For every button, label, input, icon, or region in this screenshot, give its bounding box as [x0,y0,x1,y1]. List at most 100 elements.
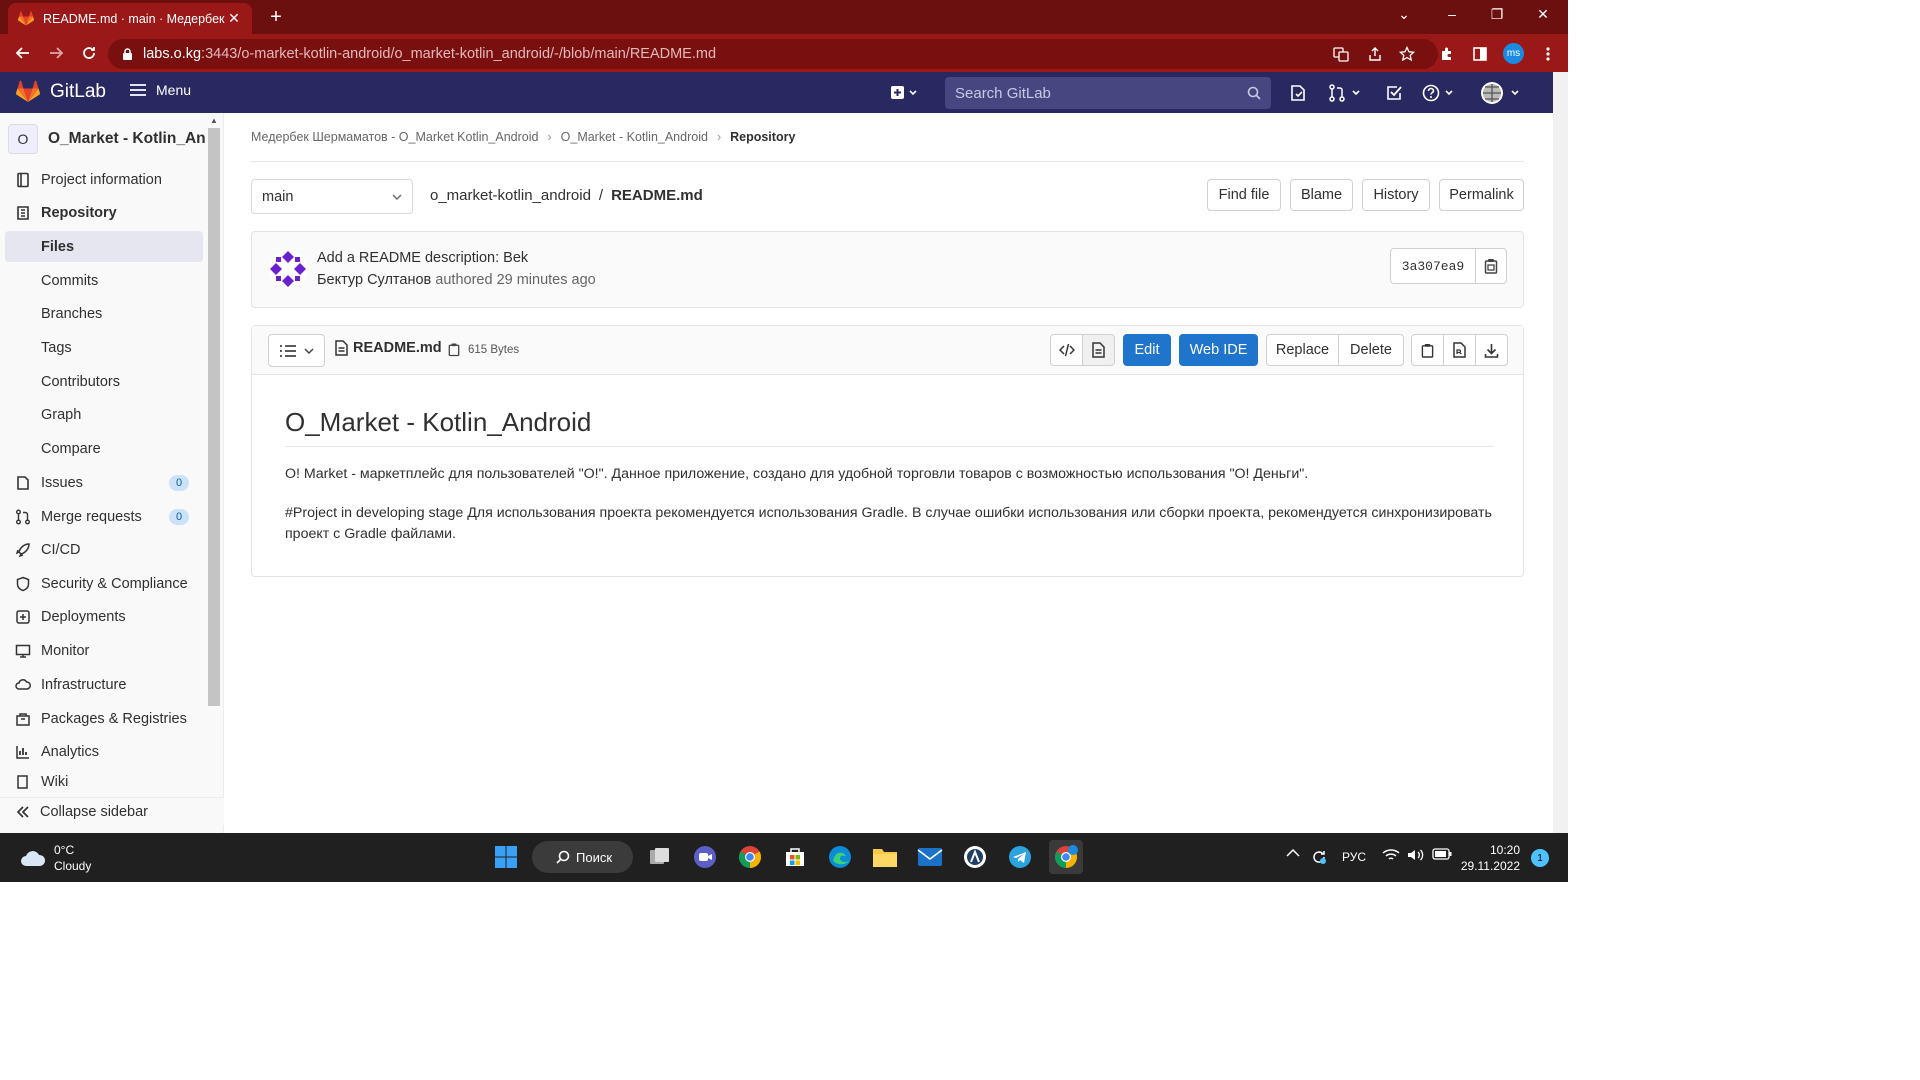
translate-icon[interactable] [1331,44,1351,64]
menu-button[interactable]: Menu [130,82,191,98]
copy-sha-button[interactable] [1475,248,1507,284]
commit-title[interactable]: Add a README description: Bek [317,250,528,266]
wifi-icon[interactable] [1382,848,1400,862]
copy-contents-button[interactable] [1411,334,1444,366]
sidebar-item-infrastructure[interactable]: Infrastructure [5,669,203,700]
permalink-button[interactable]: Permalink [1439,179,1524,211]
sidebar-scroll-up-icon[interactable]: ▲ [210,116,218,125]
replace-button[interactable]: Replace [1266,334,1339,366]
profile-avatar[interactable]: ms [1503,43,1524,64]
tab-close-icon[interactable]: ✕ [226,10,242,27]
android-studio-icon[interactable] [961,843,989,871]
telegram-icon[interactable] [1006,843,1034,871]
browser-menu-icon[interactable] [1538,44,1558,64]
sidebar-item-files[interactable]: Files [5,231,203,262]
extensions-icon[interactable] [1437,44,1457,64]
sidebar-item-ci-cd[interactable]: CI/CD [5,534,203,565]
sidebar-item-security[interactable]: Security & Compliance [5,568,203,599]
download-button[interactable] [1475,334,1508,366]
issues-header-icon[interactable] [1289,83,1307,103]
branch-selector[interactable]: main [251,179,413,214]
sidebar-item-monitor[interactable]: Monitor [5,635,203,666]
table-of-contents-button[interactable] [268,334,325,367]
share-icon[interactable] [1365,44,1385,64]
chrome-app-icon[interactable] [736,843,764,871]
sidebar-item-graph[interactable]: Graph [5,399,203,430]
tab-search-icon[interactable]: ⌄ [1394,6,1414,23]
sidebar-item-branches[interactable]: Branches [5,298,203,329]
sidebar-item-merge-requests[interactable]: Merge requests 0 [5,501,203,532]
start-menu-icon[interactable] [492,843,520,871]
sidebar-item-project-information[interactable]: Project information [5,164,203,195]
gitlab-logo[interactable]: GitLab [16,80,106,103]
breadcrumb-project[interactable]: O_Market - Kotlin_Android [561,130,708,144]
browser-tab[interactable]: README.md · main · Медербек Ш ✕ [8,3,252,34]
merge-requests-header-icon[interactable] [1328,83,1364,103]
commit-meta: Бектур Султанов authored 29 minutes ago [317,272,596,288]
open-raw-button[interactable] [1443,334,1476,366]
display-source-button[interactable] [1050,334,1083,366]
sidebar-item-label: Project information [41,171,162,188]
sidebar-item-deployments[interactable]: Deployments [5,601,203,632]
help-icon[interactable] [1422,83,1458,103]
search-box[interactable] [945,77,1271,109]
sidebar-project-header[interactable]: O O_Market - Kotlin_Andr.. [8,122,208,156]
back-icon[interactable] [12,43,34,63]
sidebar-item-commits[interactable]: Commits [5,265,203,296]
sidebar-item-tags[interactable]: Tags [5,332,203,363]
teams-chat-icon[interactable] [691,843,719,871]
sidebar-item-repository[interactable]: Repository [5,197,203,228]
sidebar-scrollbar[interactable] [208,128,220,706]
history-button[interactable]: History [1362,179,1430,211]
author-avatar[interactable] [268,249,308,289]
page-scrollbar[interactable] [1553,72,1568,833]
commit-author[interactable]: Бектур Султанов [317,272,431,288]
sync-icon[interactable] [1310,848,1328,866]
collapse-sidebar-button[interactable]: Collapse sidebar [0,797,224,825]
minimize-button[interactable]: – [1442,6,1462,22]
window-close-button[interactable]: ✕ [1533,6,1553,23]
new-tab-button[interactable]: + [265,6,287,28]
file-explorer-icon[interactable] [871,843,899,871]
sidebar-item-wiki[interactable]: Wiki [5,770,203,792]
volume-icon[interactable] [1407,848,1425,862]
repo-path-link[interactable]: o_market-kotlin_android [430,187,591,204]
task-view-icon[interactable] [646,843,674,871]
sidebar-item-contributors[interactable]: Contributors [5,366,203,397]
web-ide-button[interactable]: Web IDE [1179,334,1258,366]
system-clock[interactable]: 10:20 29.11.2022 [1460,842,1520,874]
sidebar-item-packages[interactable]: Packages & Registries [5,703,203,734]
reload-icon[interactable] [78,43,100,63]
address-bar[interactable]: labs.o.kg:3443/o-market-kotlin-android/o… [108,39,1438,69]
forward-icon[interactable] [45,43,67,63]
battery-icon[interactable] [1432,848,1452,860]
mail-icon[interactable] [916,843,944,871]
blame-button[interactable]: Blame [1290,179,1353,211]
sidebar-item-compare[interactable]: Compare [5,433,203,464]
keyboard-language[interactable]: РУС [1342,850,1366,864]
microsoft-store-icon[interactable] [781,843,809,871]
side-panel-icon[interactable] [1470,44,1490,64]
commit-sha[interactable]: 3a307ea9 [1390,248,1476,284]
delete-button[interactable]: Delete [1338,334,1404,366]
maximize-button[interactable]: ❐ [1487,6,1507,23]
edge-icon[interactable] [826,843,854,871]
sidebar-item-analytics[interactable]: Analytics [5,736,203,767]
display-rendered-button[interactable] [1082,334,1115,366]
bookmark-star-icon[interactable] [1397,44,1417,64]
taskbar-search[interactable]: Поиск [532,841,633,873]
search-input[interactable] [955,84,1247,102]
weather-widget[interactable]: 0°C Cloudy [20,842,91,874]
tray-overflow-icon[interactable] [1286,848,1300,858]
notification-badge[interactable]: 1 [1531,849,1549,867]
todo-icon[interactable] [1385,83,1403,103]
breadcrumb-owner[interactable]: Медербек Шермаматов - O_Market Kotlin_An… [251,130,538,144]
find-file-button[interactable]: Find file [1207,179,1281,211]
copy-path-icon[interactable] [448,342,460,357]
sidebar-item-issues[interactable]: Issues 0 [5,467,203,498]
create-new-icon[interactable] [890,83,920,103]
edit-button[interactable]: Edit [1123,334,1171,366]
breadcrumb-current[interactable]: Repository [730,130,795,144]
user-avatar-menu[interactable] [1480,82,1524,104]
chrome-active-icon[interactable] [1049,840,1083,874]
